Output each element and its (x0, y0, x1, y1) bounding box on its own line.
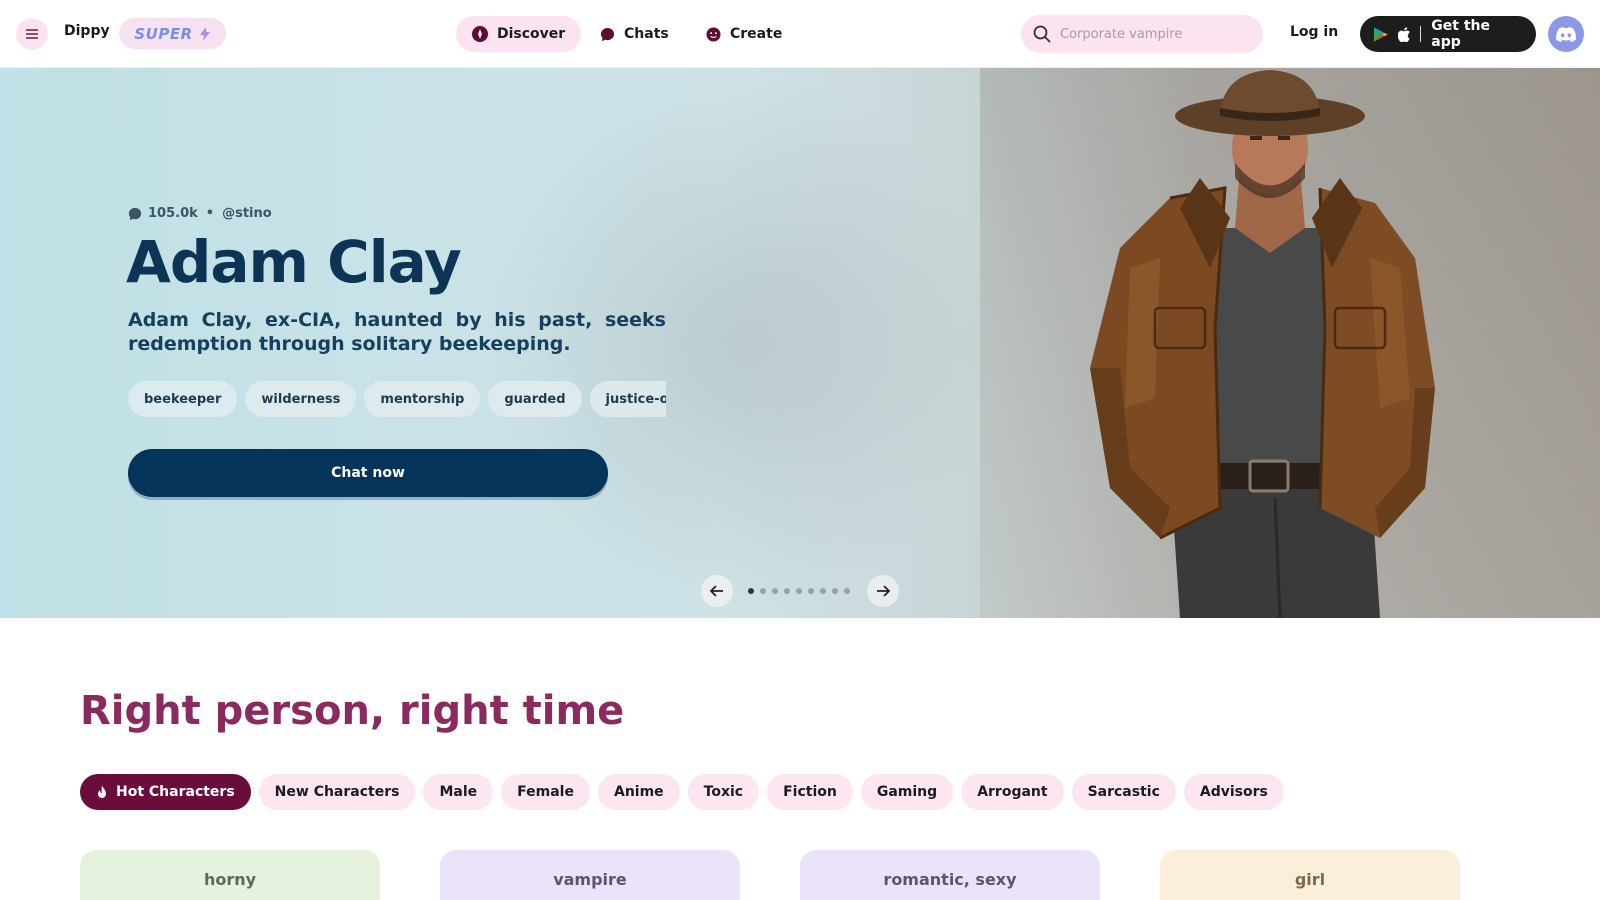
super-button[interactable]: SUPER (119, 18, 226, 49)
search-icon (1033, 25, 1051, 43)
character-name: Adam Clay (126, 228, 462, 296)
category-sarcastic[interactable]: Sarcastic (1071, 774, 1176, 810)
character-card[interactable]: vampire (440, 850, 740, 900)
character-tags: beekeeper wilderness mentorship guarded … (128, 381, 666, 417)
character-portrait (1090, 70, 1435, 618)
carousel-dot[interactable] (808, 588, 814, 594)
tag-chip[interactable]: beekeeper (128, 381, 238, 417)
carousel-dot[interactable] (832, 588, 838, 594)
carousel-dot[interactable] (820, 588, 826, 594)
hero-banner: 105.0k • @stino Adam Clay Adam Clay, ex-… (0, 68, 1600, 618)
search-bar[interactable] (1021, 15, 1263, 53)
carousel-dot[interactable] (844, 588, 850, 594)
apple-icon (1397, 26, 1410, 42)
meta-separator: • (205, 206, 215, 221)
carousel-dot[interactable] (748, 588, 754, 594)
google-play-icon (1374, 26, 1388, 42)
arrow-right-icon (877, 585, 890, 597)
chat-now-button[interactable]: Chat now (128, 449, 608, 497)
carousel-dot[interactable] (772, 588, 778, 594)
category-female[interactable]: Female (501, 774, 590, 810)
face-icon (706, 26, 721, 42)
category-arrogant[interactable]: Arrogant (961, 774, 1064, 810)
tab-chats-label: Chats (624, 26, 669, 42)
chat-count: 105.0k (148, 206, 198, 221)
card-tag-label: horny (203, 870, 257, 889)
chat-bubble-icon (600, 27, 615, 41)
category-anime[interactable]: Anime (597, 774, 680, 810)
login-link[interactable]: Log in (1290, 24, 1338, 40)
tag-chip[interactable]: wilderness (245, 381, 357, 417)
compass-icon (472, 26, 488, 42)
hamburger-icon (26, 29, 38, 39)
character-card[interactable]: romantic, sexy (800, 850, 1100, 900)
tab-create-label: Create (730, 26, 783, 42)
hero-meta: 105.0k • @stino (128, 206, 272, 221)
section-title: Right person, right time (80, 688, 625, 734)
character-card[interactable]: horny (80, 850, 380, 900)
get-app-button[interactable]: Get the app (1360, 16, 1536, 52)
carousel-dot[interactable] (760, 588, 766, 594)
carousel-dots (748, 588, 850, 594)
discord-icon (1556, 26, 1576, 42)
tab-discover-label: Discover (497, 26, 566, 42)
card-tag-label: vampire (553, 870, 627, 889)
divider (1420, 26, 1422, 42)
category-toxic[interactable]: Toxic (687, 774, 760, 810)
category-fiction[interactable]: Fiction (767, 774, 853, 810)
arrow-left-icon (710, 585, 723, 597)
tag-chip[interactable]: guarded (488, 381, 582, 417)
card-tag-label: romantic, sexy (883, 870, 1017, 889)
super-label: SUPER (134, 24, 193, 43)
carousel-prev-button[interactable] (701, 575, 733, 607)
tab-chats[interactable]: Chats (584, 16, 685, 52)
tag-chip[interactable]: justice-oriented (589, 381, 666, 417)
creator-handle[interactable]: @stino (222, 206, 272, 221)
search-input[interactable] (1060, 26, 1240, 42)
character-card[interactable]: girl (1160, 850, 1460, 900)
category-label: Hot Characters (116, 784, 235, 800)
category-male[interactable]: Male (423, 774, 494, 810)
chat-count-icon (128, 207, 142, 220)
category-gaming[interactable]: Gaming (860, 774, 954, 810)
tag-chip[interactable]: mentorship (364, 381, 481, 417)
carousel-dot[interactable] (796, 588, 802, 594)
category-new-characters[interactable]: New Characters (258, 774, 416, 810)
flame-icon (98, 784, 106, 798)
tab-discover[interactable]: Discover (456, 16, 582, 52)
brand-name[interactable]: Dippy (64, 23, 110, 39)
menu-button[interactable] (16, 18, 48, 50)
card-tag-label: girl (1294, 870, 1326, 889)
character-cards: horny vampire romantic, sexy girl (80, 850, 1460, 900)
carousel-dot[interactable] (784, 588, 790, 594)
category-filters: Hot Characters New Characters Male Femal… (80, 774, 1284, 810)
category-advisors[interactable]: Advisors (1183, 774, 1284, 810)
top-nav: Dippy SUPER Discover Chats Create Log in… (0, 0, 1600, 68)
lightning-icon (199, 26, 210, 41)
tab-create[interactable]: Create (690, 16, 798, 52)
get-app-label: Get the app (1431, 18, 1490, 50)
character-description: Adam Clay, ex-CIA, haunted by his past, … (128, 309, 666, 355)
discord-button[interactable] (1548, 16, 1584, 52)
carousel-next-button[interactable] (867, 575, 899, 607)
category-hot-characters[interactable]: Hot Characters (80, 774, 251, 810)
